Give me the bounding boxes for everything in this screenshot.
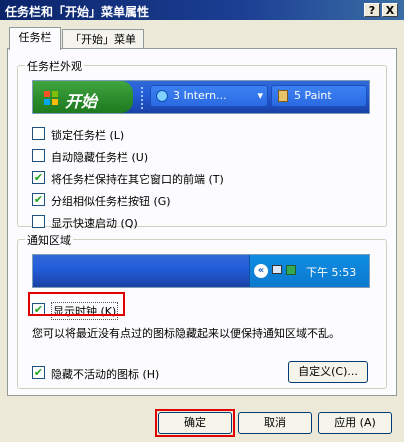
checkbox-box[interactable] (32, 127, 45, 140)
preview-start-label: 开始 (65, 92, 98, 111)
apply-button[interactable]: 应用 (A) (318, 412, 392, 434)
internet-explorer-icon (156, 90, 168, 102)
checkmark-icon[interactable]: ✔ (32, 193, 45, 206)
checkmark-icon[interactable]: ✔ (32, 366, 45, 379)
close-button[interactable]: X (382, 3, 398, 17)
notification-group-title: 通知区域 (25, 232, 73, 248)
ok-highlight-box (155, 409, 235, 437)
chevron-down-icon: ▾ (257, 89, 263, 102)
title-bar[interactable]: 任务栏和「开始」菜单属性 ? X (0, 0, 404, 20)
lock-taskbar-label: 锁定任务栏 (L) (51, 129, 125, 142)
notification-description: 您可以将最近没有点过的图标隐藏起来以便保持通知区域不乱。 (32, 327, 340, 340)
preview-tray: « 下午 5:53 (249, 255, 369, 287)
checkbox-box[interactable] (32, 215, 45, 228)
preview-start-button: 开始 (33, 81, 133, 113)
tray-preview: « 下午 5:53 (32, 254, 370, 288)
cancel-button[interactable]: 取消 (238, 412, 312, 434)
tab-start-menu[interactable]: 「开始」菜单 (62, 29, 144, 50)
auto-hide-label: 自动隐藏任务栏 (U) (51, 151, 149, 164)
show-hidden-icons-icon: « (254, 264, 268, 278)
preview-task-ie: 3 Intern... ▾ (150, 85, 268, 107)
taskbar-preview: 开始 3 Intern... ▾ 5 Paint (32, 80, 370, 114)
hide-inactive-label: 隐藏不活动的图标 (H) (51, 368, 160, 381)
quick-launch-grip (141, 87, 146, 109)
keep-on-top-label: 将任务栏保持在其它窗口的前端 (T) (51, 173, 224, 186)
group-buttons-label: 分组相似任务栏按钮 (G) (51, 195, 171, 208)
checkbox-box[interactable] (32, 149, 45, 162)
customize-button[interactable]: 自定义(C)... (288, 361, 368, 383)
tab-taskbar[interactable]: 任务栏 (9, 27, 61, 50)
quick-launch-label: 显示快速启动 (Q) (51, 217, 138, 230)
tray-clock: 下午 5:53 (306, 266, 357, 279)
preview-taskbar: 开始 3 Intern... ▾ 5 Paint (33, 81, 369, 113)
preview-task-paint-label: 5 Paint (294, 89, 332, 102)
checkmark-icon[interactable]: ✔ (32, 171, 45, 184)
appearance-group-title: 任务栏外观 (25, 58, 84, 74)
paint-icon (278, 90, 288, 102)
clock-highlight-box (28, 292, 125, 316)
windows-logo-icon (43, 90, 59, 106)
preview-taskbar: « 下午 5:53 (33, 255, 369, 287)
network-icon (272, 265, 282, 274)
tab-panel: 任务栏外观 开始 3 Intern... ▾ 5 Paint 锁定任务栏 (L)… (7, 48, 397, 396)
preview-task-ie-label: 3 Intern... (173, 89, 227, 102)
help-button[interactable]: ? (364, 3, 380, 17)
appearance-group: 任务栏外观 开始 3 Intern... ▾ 5 Paint 锁定任务栏 (L)… (17, 58, 387, 230)
preview-task-paint: 5 Paint (271, 85, 367, 107)
volume-icon (286, 265, 296, 275)
window-title: 任务栏和「开始」菜单属性 (5, 5, 150, 19)
